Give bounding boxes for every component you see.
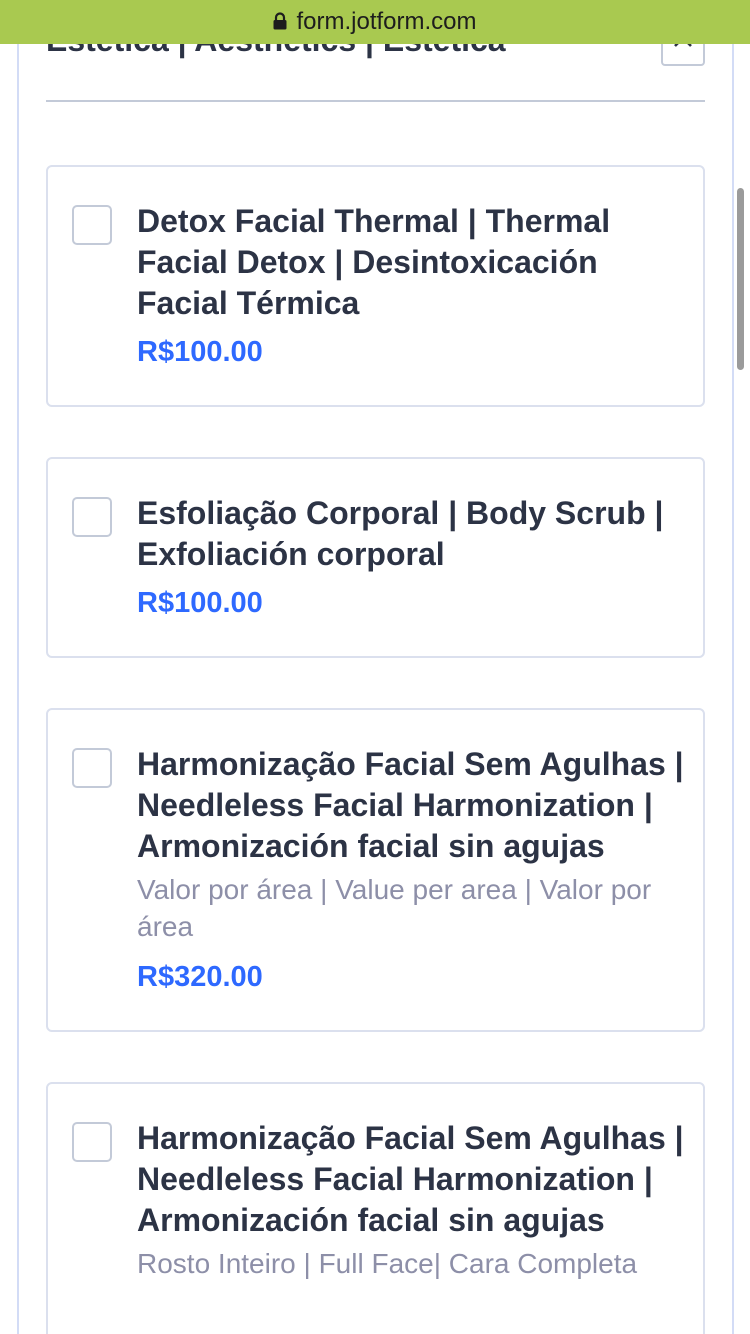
product-checkbox[interactable]: [72, 748, 112, 788]
section-divider: [46, 100, 705, 102]
page-scrollbar[interactable]: [737, 188, 744, 370]
product-card[interactable]: Esfoliação Corporal | Body Scrub | Exfol…: [46, 457, 705, 658]
product-card[interactable]: Harmonização Facial Sem Agulhas | Needle…: [46, 1082, 705, 1334]
product-description: Rosto Inteiro | Full Face| Cara Completa: [137, 1248, 638, 1279]
lock-icon: [273, 12, 287, 30]
product-checkbox[interactable]: [72, 1122, 112, 1162]
product-checkbox[interactable]: [72, 205, 112, 245]
product-title: Detox Facial Thermal | Thermal Facial De…: [137, 203, 611, 321]
product-title: Esfoliação Corporal | Body Scrub | Exfol…: [137, 495, 664, 572]
product-card[interactable]: Detox Facial Thermal | Thermal Facial De…: [46, 165, 705, 407]
url-text: form.jotform.com: [296, 8, 477, 35]
product-card[interactable]: Harmonização Facial Sem Agulhas | Needle…: [46, 708, 705, 1032]
product-title: Harmonização Facial Sem Agulhas | Needle…: [137, 1120, 684, 1238]
browser-url-bar[interactable]: form.jotform.com: [0, 0, 750, 44]
product-price: R$100.00: [137, 336, 263, 368]
product-price: R$100.00: [137, 587, 263, 619]
product-title: Harmonização Facial Sem Agulhas | Needle…: [137, 746, 684, 864]
product-price: R$320.00: [137, 961, 263, 993]
product-description: Valor por área | Value per area | Valor …: [137, 874, 652, 942]
product-checkbox[interactable]: [72, 497, 112, 537]
